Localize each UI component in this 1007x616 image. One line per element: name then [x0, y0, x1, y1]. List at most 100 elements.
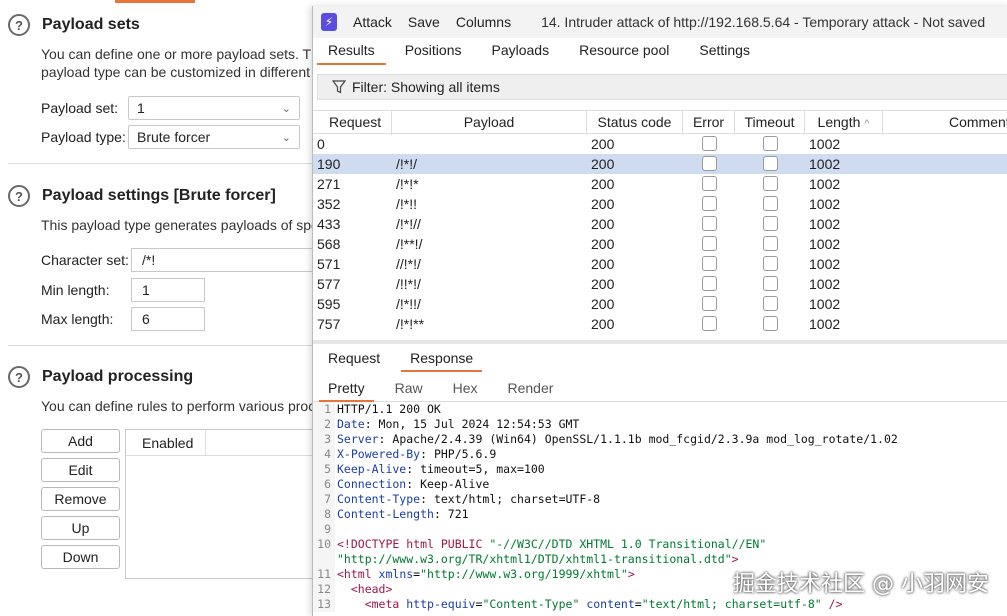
code-token: Keep-Alive	[337, 462, 406, 476]
menu-save[interactable]: Save	[408, 14, 440, 30]
filter-text: Filter: Showing all items	[352, 79, 500, 95]
col-error[interactable]: Error	[683, 111, 735, 135]
cell-request: 571	[313, 254, 392, 274]
tab-render[interactable]: Render	[493, 376, 569, 401]
timeout-checkbox	[763, 196, 778, 211]
cell-length: 1002	[805, 174, 883, 194]
col-timeout[interactable]: Timeout	[735, 111, 805, 135]
col-status-code[interactable]: Status code	[587, 111, 683, 135]
cell-request: 0	[313, 134, 392, 154]
cell-request: 433	[313, 214, 392, 234]
error-checkbox	[702, 176, 717, 191]
line-number: 10	[313, 537, 335, 552]
cell-error	[683, 234, 735, 254]
cell-payload: /!*!!	[392, 194, 587, 214]
cell-request: 352	[313, 194, 392, 214]
code-token: <head>	[351, 582, 393, 596]
code-token: http-equiv	[406, 597, 475, 611]
help-icon[interactable]: ?	[8, 14, 30, 36]
line-text: Content-Type: text/html; charset=UTF-8	[335, 492, 600, 507]
edit-rule-button[interactable]: Edit	[41, 458, 120, 482]
cell-status: 200	[587, 234, 683, 254]
code-token: Connection	[337, 477, 406, 491]
table-row[interactable]: 02001002	[313, 134, 1007, 154]
col-length[interactable]: Length ^	[805, 111, 883, 135]
menu-attack[interactable]: Attack	[353, 14, 392, 30]
table-row[interactable]: 352/!*!!2001002	[313, 194, 1007, 214]
tab-positions[interactable]: Positions	[390, 38, 477, 64]
table-row[interactable]: 568/!**!/2001002	[313, 234, 1007, 254]
code-token: X-Powered-By	[337, 447, 420, 461]
cell-payload: /!*!*	[392, 174, 587, 194]
payload-type-select[interactable]: Brute forcer ⌄	[128, 125, 300, 149]
help-icon[interactable]: ?	[8, 366, 30, 388]
code-token	[337, 597, 365, 611]
pane-splitter[interactable]	[313, 340, 1007, 344]
tab-settings[interactable]: Settings	[684, 38, 765, 64]
payload-processing-header: ? Payload processing	[8, 366, 193, 388]
tab-pretty[interactable]: Pretty	[313, 376, 380, 401]
down-rule-button[interactable]: Down	[41, 545, 120, 569]
payload-type-value: Brute forcer	[137, 129, 210, 145]
table-row[interactable]: 577/!!*!/2001002	[313, 274, 1007, 294]
cell-comment	[883, 174, 1007, 194]
cell-error	[683, 254, 735, 274]
code-token: <meta	[365, 597, 407, 611]
col-request[interactable]: Request	[313, 111, 392, 135]
burp-logo-icon: ⚡	[321, 13, 337, 31]
help-icon[interactable]: ?	[8, 185, 30, 207]
cell-error	[683, 274, 735, 294]
divider	[8, 345, 313, 346]
tab-results[interactable]: Results	[313, 38, 390, 64]
table-row[interactable]: 271/!*!*2001002	[313, 174, 1007, 194]
payload-set-select[interactable]: 1 ⌄	[128, 96, 300, 120]
add-rule-button[interactable]: Add	[41, 429, 120, 453]
cell-request: 271	[313, 174, 392, 194]
timeout-checkbox	[763, 216, 778, 231]
rules-table-header: Enabled	[126, 430, 314, 456]
cell-error	[683, 214, 735, 234]
cell-length: 1002	[805, 294, 883, 314]
cell-payload: /!!*!/	[392, 274, 587, 294]
tab-raw[interactable]: Raw	[380, 376, 438, 401]
max-length-input[interactable]: 6	[131, 307, 205, 331]
chevron-down-icon: ⌄	[282, 131, 291, 144]
code-line: 8Content-Length: 721	[313, 507, 1007, 522]
results-table-header: Request Payload Status code Error Timeou…	[313, 110, 1007, 134]
tab-payloads[interactable]: Payloads	[477, 38, 565, 64]
intruder-attack-window: ⚡ Attack Save Columns 14. Intruder attac…	[312, 6, 1007, 616]
tab-hex[interactable]: Hex	[438, 376, 493, 401]
sort-asc-icon: ^	[864, 118, 869, 130]
min-length-input[interactable]: 1	[131, 278, 205, 302]
tab-resource-pool[interactable]: Resource pool	[564, 38, 684, 64]
error-checkbox	[702, 276, 717, 291]
table-row[interactable]: 595/!*!!/2001002	[313, 294, 1007, 314]
cell-request: 757	[313, 314, 392, 334]
table-row[interactable]: 433/!*!//2001002	[313, 214, 1007, 234]
code-token: =	[635, 597, 642, 611]
up-rule-button[interactable]: Up	[41, 516, 120, 540]
enabled-column-header[interactable]: Enabled	[126, 430, 206, 456]
col-comment[interactable]: Comment	[883, 111, 1007, 135]
line-text: "http://www.w3.org/TR/xhtml1/DTD/xhtml1-…	[335, 552, 739, 567]
tab-request[interactable]: Request	[313, 346, 395, 372]
line-text: X-Powered-By: PHP/5.6.9	[335, 447, 496, 462]
cell-comment	[883, 254, 1007, 274]
table-row[interactable]: 190/!*!/2001002	[313, 154, 1007, 174]
filter-bar[interactable]: Filter: Showing all items	[317, 74, 1007, 100]
processing-rules-table[interactable]: Enabled	[125, 429, 315, 579]
col-payload[interactable]: Payload	[392, 111, 587, 135]
code-token: : 721	[434, 507, 469, 521]
cell-error	[683, 294, 735, 314]
remove-rule-button[interactable]: Remove	[41, 487, 120, 511]
cell-length: 1002	[805, 214, 883, 234]
line-number: 4	[313, 447, 335, 462]
code-line: 5Keep-Alive: timeout=5, max=100	[313, 462, 1007, 477]
charset-input[interactable]: /*!	[131, 248, 313, 272]
tab-response[interactable]: Response	[395, 346, 488, 372]
table-row[interactable]: 757/!*!**2001002	[313, 314, 1007, 334]
code-token	[337, 582, 351, 596]
table-row[interactable]: 571//!*!/2001002	[313, 254, 1007, 274]
menu-columns[interactable]: Columns	[456, 14, 511, 30]
payload-set-label: Payload set:	[41, 100, 118, 116]
